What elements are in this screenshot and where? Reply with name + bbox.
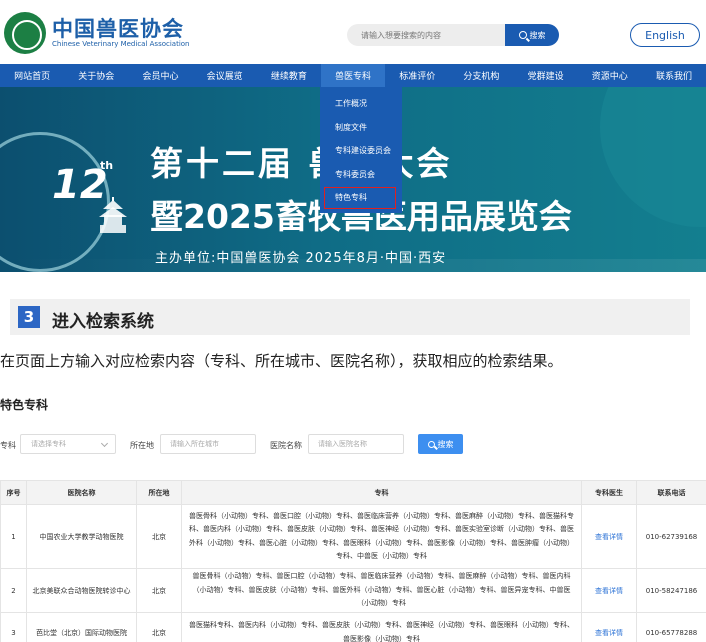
- row-index: 1: [0, 504, 27, 569]
- dropdown-item-specialty-committee[interactable]: 专科委员会: [320, 163, 402, 187]
- specialty-results-table: 序号 医院名称 所在地 专科 专科医生 联系电话 1 中国农业大学教学动物医院 …: [0, 480, 706, 642]
- header-index: 序号: [0, 480, 27, 505]
- nav-item-about[interactable]: 关于协会: [64, 64, 128, 87]
- main-nav: 网站首页 关于协会 会员中心 会议展览 继续教育 兽医专科 标准评价 分支机构 …: [0, 64, 706, 87]
- site-search-button[interactable]: 搜索: [505, 24, 559, 46]
- filter-search-button[interactable]: 搜索: [418, 434, 463, 454]
- search-icon: [518, 31, 527, 39]
- header-specialties: 专科: [181, 480, 582, 505]
- nav-item-home[interactable]: 网站首页: [0, 64, 64, 87]
- table-row: 2 北京美联众合动物医院转诊中心 北京 兽医骨科（小动物）专科、兽医口腔（小动物…: [0, 568, 706, 613]
- nav-item-contact[interactable]: 联系我们: [642, 64, 706, 87]
- banner-edition-suffix: th: [100, 159, 114, 172]
- row-phone: 010-65778288: [636, 612, 706, 642]
- row-index: 3: [0, 612, 27, 642]
- nav-item-party[interactable]: 党群建设: [514, 64, 578, 87]
- section-description: 在页面上方输入对应检索内容（专科、所在城市、医院名称），获取相应的检索结果。: [0, 352, 563, 370]
- site-search-input[interactable]: [347, 24, 505, 46]
- nav-item-resources[interactable]: 资源中心: [578, 64, 642, 87]
- nav-item-conferences[interactable]: 会议展览: [193, 64, 257, 87]
- row-doctor-details-link[interactable]: 查看详情: [581, 612, 637, 642]
- specialty-filter-label: 专科: [0, 441, 16, 450]
- row-doctor-details-link[interactable]: 查看详情: [581, 504, 637, 569]
- specialty-select-placeholder: 请选择专科: [31, 440, 66, 448]
- row-specialties: 兽医猫科专科、兽医内科（小动物）专科、兽医皮肤（小动物）专科、兽医神经（小动物）…: [181, 612, 582, 642]
- nav-item-specialty[interactable]: 兽医专科: [320, 64, 386, 87]
- row-phone: 010-62739168: [636, 504, 706, 569]
- row-specialties: 兽医骨科（小动物）专科、兽医口腔（小动物）专科、兽医临床营养（小动物）专科、兽医…: [181, 568, 582, 613]
- bell-tower-icon: [99, 197, 127, 233]
- dropdown-item-overview[interactable]: 工作概况: [320, 92, 402, 116]
- site-header: 中国兽医协会 Chinese Veterinary Medical Associ…: [0, 0, 706, 64]
- dropdown-item-featured-specialty[interactable]: 特色专科: [320, 186, 402, 210]
- specialty-dropdown-menu: 工作概况 制度文件 专科建设委员会 专科委员会 特色专科: [320, 87, 402, 213]
- banner-bottom-stripe: [0, 259, 706, 272]
- specialty-select[interactable]: 请选择专科: [20, 434, 116, 454]
- city-input[interactable]: [160, 434, 256, 454]
- hospital-name-input[interactable]: [308, 434, 404, 454]
- row-specialties: 兽医骨科（小动物）专科、兽医口腔（小动物）专科、兽医临床营养（小动物）专科、兽医…: [181, 504, 582, 569]
- dropdown-item-documents[interactable]: 制度文件: [320, 116, 402, 140]
- header-phone: 联系电话: [636, 480, 706, 505]
- hospital-filter-label: 医院名称: [270, 441, 302, 450]
- row-phone: 010-58247186: [636, 568, 706, 613]
- table-header-row: 序号 医院名称 所在地 专科 专科医生 联系电话: [0, 480, 706, 505]
- row-hospital-name: 芭比堂（北京）国际动物医院: [26, 612, 137, 642]
- logo-title[interactable]: 中国兽医协会: [52, 13, 184, 43]
- banner-headline: 第十二届 兽医大会: [150, 144, 453, 183]
- row-city: 北京: [136, 612, 182, 642]
- header-city: 所在地: [136, 480, 182, 505]
- banner-decor-circle: [600, 87, 706, 227]
- header-hospital: 医院名称: [26, 480, 137, 505]
- nav-item-education[interactable]: 继续教育: [257, 64, 321, 87]
- chevron-down-icon: [100, 439, 109, 448]
- table-row: 3 芭比堂（北京）国际动物医院 北京 兽医猫科专科、兽医内科（小动物）专科、兽医…: [0, 612, 706, 642]
- row-index: 2: [0, 568, 27, 613]
- city-filter-label: 所在地: [130, 441, 154, 450]
- section-title: 进入检索系统: [52, 312, 154, 332]
- nav-item-members[interactable]: 会员中心: [128, 64, 192, 87]
- row-doctor-details-link[interactable]: 查看详情: [581, 568, 637, 613]
- association-logo-icon[interactable]: [4, 12, 46, 54]
- site-search-button-label: 搜索: [529, 30, 546, 40]
- search-icon: [427, 440, 435, 448]
- row-city: 北京: [136, 504, 182, 569]
- filter-search-button-label: 搜索: [437, 439, 454, 449]
- row-hospital-name: 北京美联众合动物医院转诊中心: [26, 568, 137, 613]
- table-row: 1 中国农业大学教学动物医院 北京 兽医骨科（小动物）专科、兽医口腔（小动物）专…: [0, 504, 706, 569]
- section-step-number: 3: [18, 306, 40, 328]
- row-city: 北京: [136, 568, 182, 613]
- nav-item-branches[interactable]: 分支机构: [449, 64, 513, 87]
- dropdown-item-construction-committee[interactable]: 专科建设委员会: [320, 139, 402, 163]
- header-doctor: 专科医生: [581, 480, 637, 505]
- nav-item-standards[interactable]: 标准评价: [385, 64, 449, 87]
- english-language-button[interactable]: English: [630, 23, 700, 47]
- page-title: 特色专科: [0, 398, 49, 412]
- logo-subtitle: Chinese Veterinary Medical Association: [52, 40, 190, 48]
- row-hospital-name: 中国农业大学教学动物医院: [26, 504, 137, 569]
